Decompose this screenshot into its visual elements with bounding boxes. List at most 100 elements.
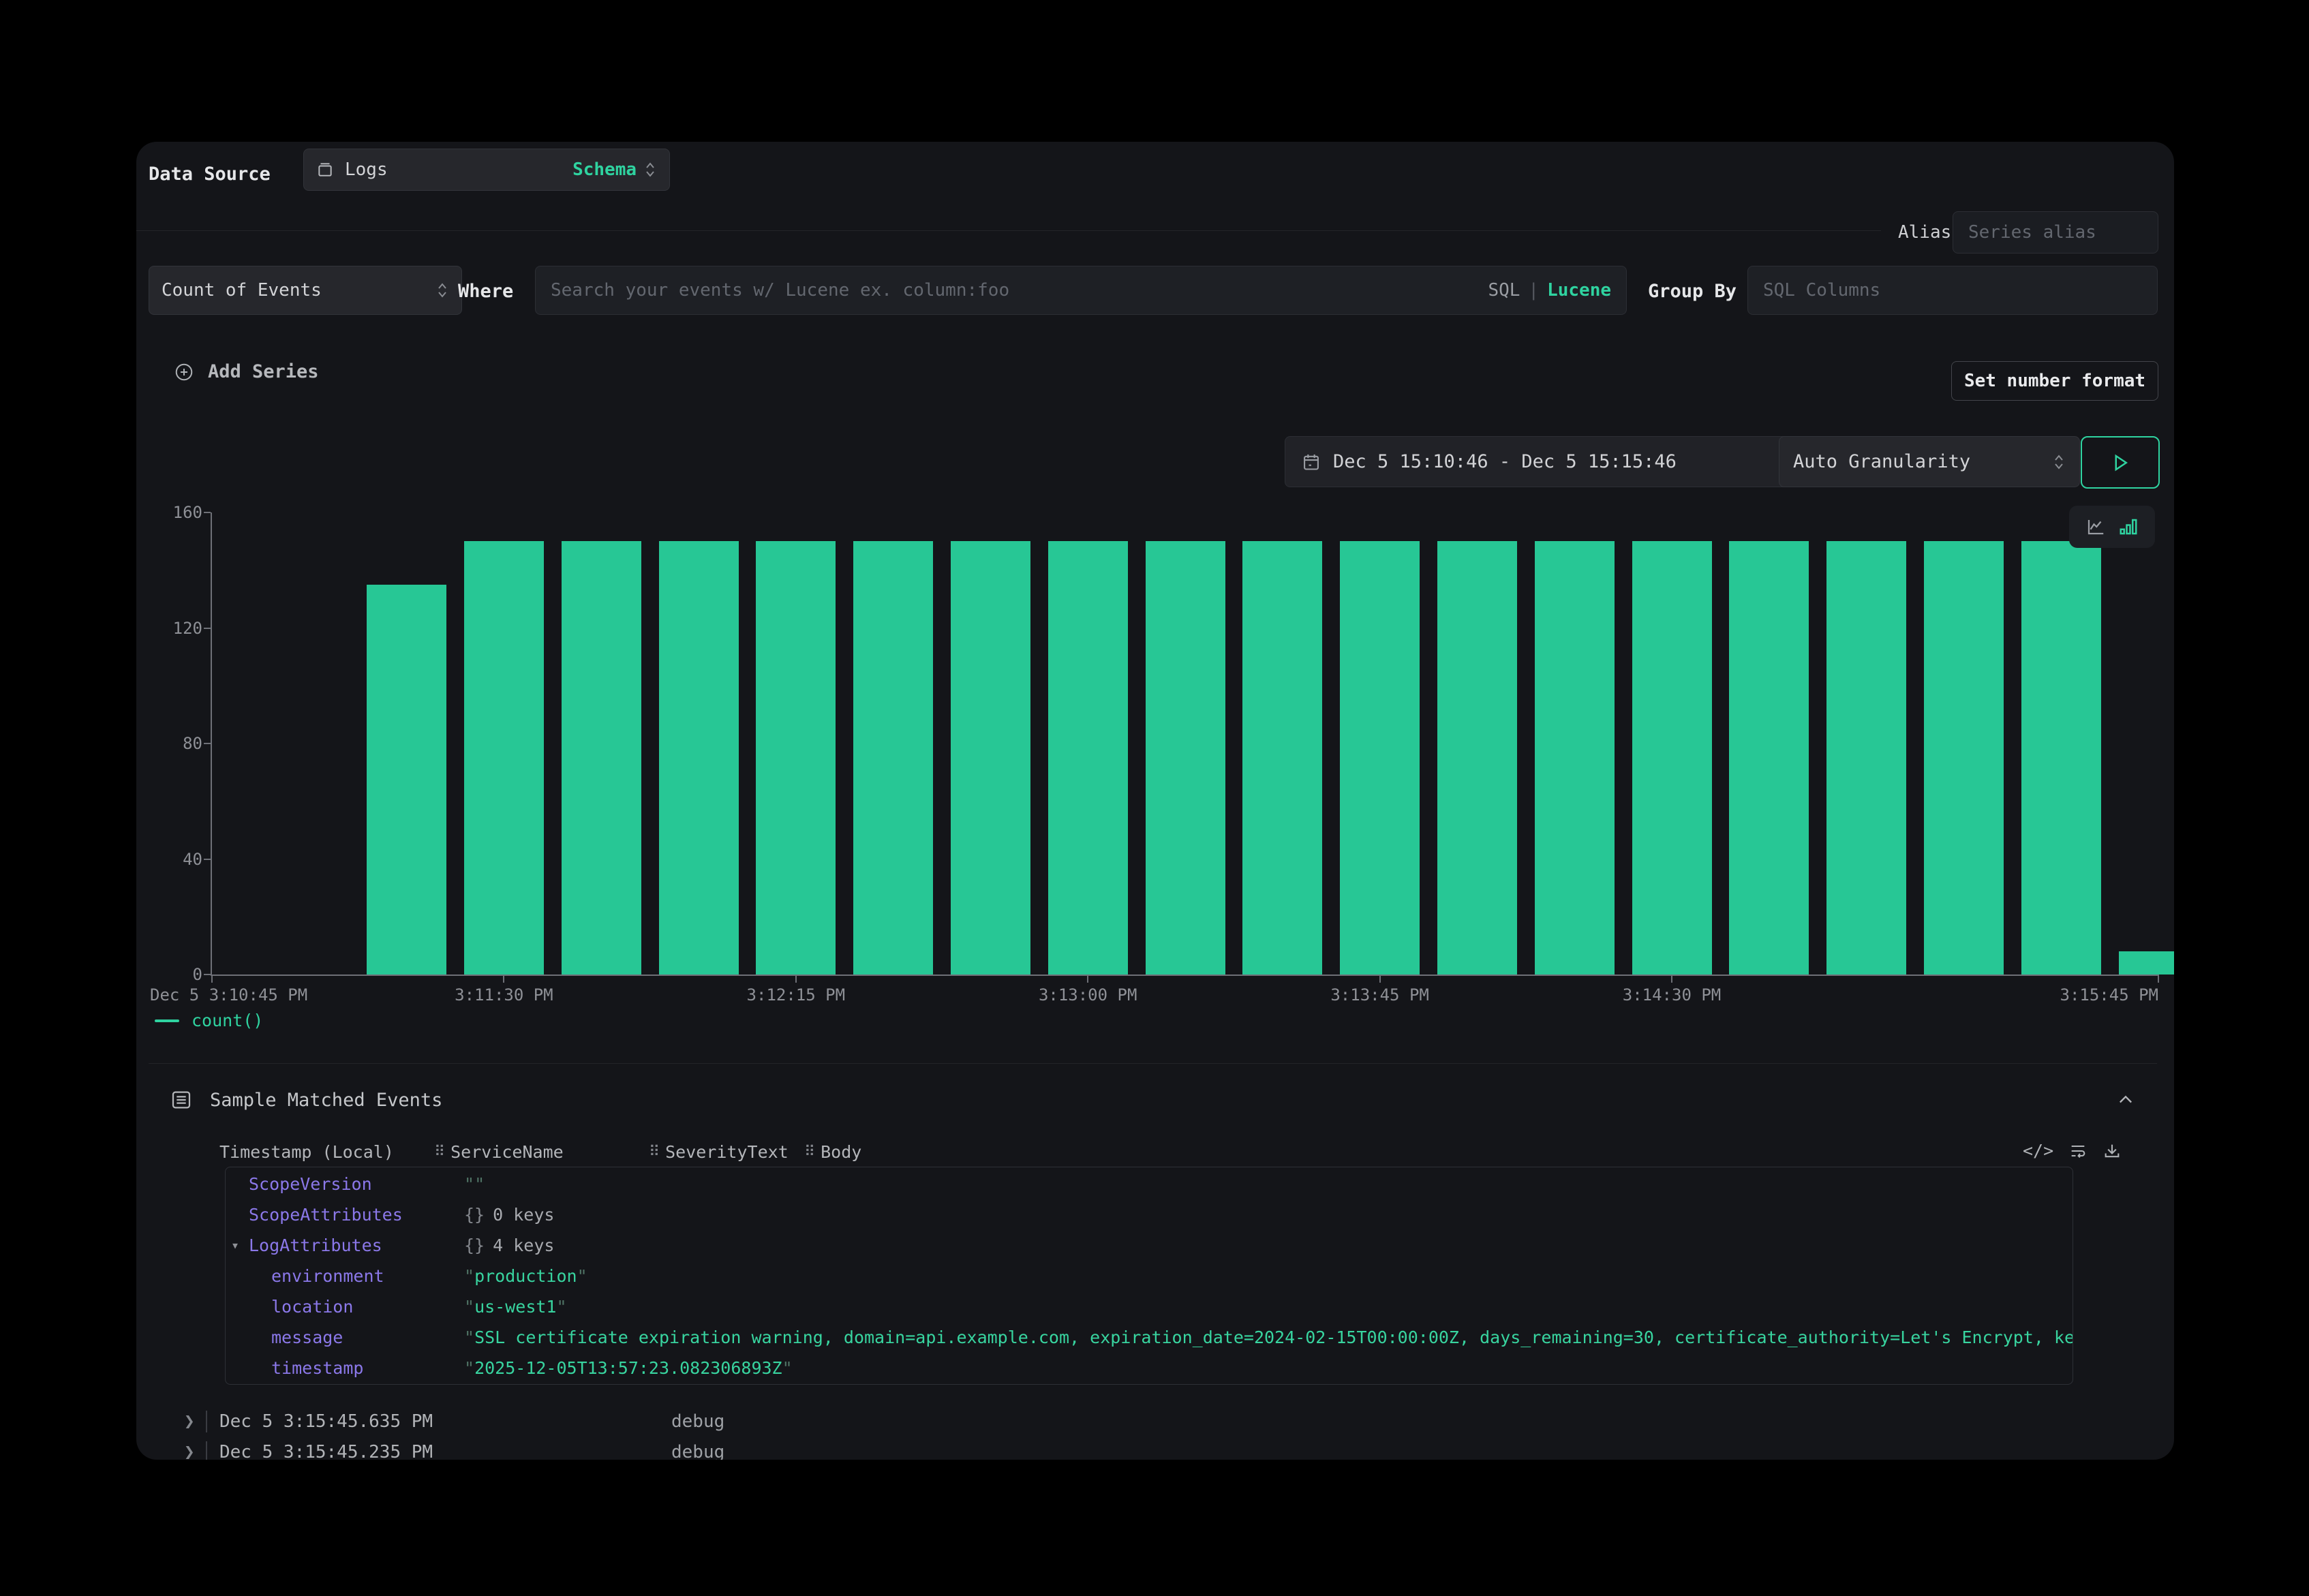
x-axis-tick xyxy=(2158,975,2159,983)
x-axis-tick xyxy=(1671,975,1672,983)
column-header-timestamp-local-[interactable]: Timestamp (Local) xyxy=(219,1142,394,1162)
aggregate-select[interactable]: Count of Events xyxy=(149,266,462,315)
x-axis-tick xyxy=(1379,975,1381,983)
data-source-value: Logs xyxy=(345,159,388,180)
x-axis-label: 3:13:00 PM xyxy=(1039,985,1137,1004)
collapse-chevron-icon[interactable] xyxy=(2116,1090,2135,1109)
chevron-updown-icon xyxy=(2052,453,2066,471)
legend-series-label[interactable]: count() xyxy=(192,1011,263,1030)
cell-divider xyxy=(206,1411,207,1432)
x-axis-tick xyxy=(211,975,213,983)
data-source-select[interactable]: Logs Schema xyxy=(303,149,670,191)
chart-bar xyxy=(659,541,739,975)
detail-row-environment: environment "production" xyxy=(226,1261,2073,1291)
column-header-severitytext[interactable]: ⠿ SeverityText xyxy=(649,1142,789,1162)
play-icon xyxy=(2110,452,2130,473)
chart-bar xyxy=(1437,541,1517,975)
detail-row-ScopeVersion: ScopeVersion"" xyxy=(226,1169,2073,1199)
y-axis-label: 0 xyxy=(144,965,202,984)
granularity-value: Auto Granularity xyxy=(1793,451,1970,472)
chart-bar xyxy=(1632,541,1712,975)
detail-key: message xyxy=(271,1322,343,1353)
detail-key[interactable]: LogAttributes xyxy=(249,1230,382,1261)
expand-triangle-icon[interactable]: ▾ xyxy=(231,1230,239,1261)
sample-events-title: Sample Matched Events xyxy=(210,1090,442,1111)
table-row[interactable]: ❯Dec 5 3:15:45.235 PMdebug xyxy=(136,1437,2174,1460)
granularity-select[interactable]: Auto Granularity xyxy=(1779,436,2080,487)
drag-handle-icon[interactable]: ⠿ xyxy=(804,1144,815,1161)
run-query-button[interactable] xyxy=(2081,436,2160,489)
set-number-format-button[interactable]: Set number format xyxy=(1951,361,2158,401)
y-axis-tick xyxy=(204,512,211,513)
braces-icon: {} xyxy=(464,1236,485,1255)
y-axis-label: 160 xyxy=(144,503,202,522)
sample-events-header[interactable]: Sample Matched Events xyxy=(170,1089,442,1111)
chart-type-switcher xyxy=(2069,506,2155,548)
code-icon[interactable]: </> xyxy=(2023,1141,2053,1161)
section-divider xyxy=(149,1063,2157,1064)
detail-row-message: message"SSL certificate expiration warni… xyxy=(226,1322,2073,1353)
header-divider xyxy=(136,230,1881,231)
row-timestamp: Dec 5 3:15:45.235 PM xyxy=(219,1442,433,1460)
data-source-label: Data Source xyxy=(149,164,271,185)
chart-bar xyxy=(2119,951,2175,975)
column-header-body[interactable]: ⠿Body xyxy=(804,1142,861,1162)
aggregate-value: Count of Events xyxy=(162,280,322,301)
plus-circle-icon xyxy=(174,362,194,382)
events-table-header: Timestamp (Local)⠿ServiceName⠿SeverityTe… xyxy=(136,1142,2174,1167)
chart-bar xyxy=(1048,541,1128,975)
chart-bar xyxy=(2021,541,2101,975)
detail-value: "production" xyxy=(464,1261,587,1291)
toggle-separator: | xyxy=(1528,280,1539,301)
search-input[interactable] xyxy=(536,280,1488,301)
where-label: Where xyxy=(458,281,513,302)
x-axis-label: 3:13:45 PM xyxy=(1330,985,1429,1004)
bar-chart-icon[interactable] xyxy=(2118,517,2139,537)
expand-row-chevron-icon[interactable]: ❯ xyxy=(184,1442,195,1460)
list-icon xyxy=(170,1089,192,1111)
wrap-text-icon[interactable] xyxy=(2068,1141,2088,1161)
line-chart-icon[interactable] xyxy=(2085,517,2106,537)
row-severity: debug xyxy=(671,1411,724,1432)
x-axis-label: 3:11:30 PM xyxy=(455,985,553,1004)
calendar-icon xyxy=(1302,452,1321,472)
sql-toggle[interactable]: SQL xyxy=(1488,280,1520,301)
chevron-updown-icon xyxy=(435,281,449,299)
download-icon[interactable] xyxy=(2102,1141,2122,1161)
lucene-toggle[interactable]: Lucene xyxy=(1547,280,1611,301)
detail-key: ScopeVersion xyxy=(249,1169,372,1199)
add-series-button[interactable]: Add Series xyxy=(174,361,319,382)
drag-handle-icon[interactable]: ⠿ xyxy=(434,1144,445,1161)
time-range-value: Dec 5 15:10:46 - Dec 5 15:15:46 xyxy=(1333,451,1677,472)
timeseries-chart[interactable]: 04080120160Dec 5 3:10:45 PM3:11:30 PM3:1… xyxy=(211,512,2158,976)
group-by-input-wrap xyxy=(1747,266,2158,315)
drag-handle-icon[interactable]: ⠿ xyxy=(649,1144,660,1161)
detail-row-ScopeAttributes: ScopeAttributes {}0 keys xyxy=(226,1199,2073,1230)
set-number-format-label: Set number format xyxy=(1964,371,2145,391)
chart-bar xyxy=(1826,541,1906,975)
group-by-label: Group By xyxy=(1648,281,1737,302)
chart-bar xyxy=(1924,541,2004,975)
table-row[interactable]: ❯ Dec 5 3:15:45.635 PM debug xyxy=(136,1407,2174,1437)
alias-input[interactable] xyxy=(1953,222,2174,243)
detail-key: timestamp xyxy=(271,1353,363,1383)
detail-key: environment xyxy=(271,1261,384,1291)
detail-key[interactable]: ScopeAttributes xyxy=(249,1199,403,1230)
column-header-servicename[interactable]: ⠿ServiceName xyxy=(434,1142,564,1162)
y-axis-tick xyxy=(204,743,211,744)
detail-object-meta: {}0 keys xyxy=(464,1199,554,1230)
group-by-input[interactable] xyxy=(1748,280,2157,301)
column-header-label: SeverityText xyxy=(665,1142,789,1162)
row-timestamp: Dec 5 3:15:45.635 PM xyxy=(219,1411,433,1432)
y-axis-label: 40 xyxy=(144,850,202,869)
y-axis-tick xyxy=(204,628,211,629)
query-builder-panel: Data Source Logs Schema Alias Count of E… xyxy=(136,142,2174,1460)
detail-object-meta: {}4 keys xyxy=(464,1230,554,1261)
time-range-picker[interactable]: Dec 5 15:10:46 - Dec 5 15:15:46 xyxy=(1285,436,1794,487)
chart-bar xyxy=(951,541,1030,975)
x-axis-label: 3:14:30 PM xyxy=(1623,985,1722,1004)
add-series-label: Add Series xyxy=(208,361,319,382)
schema-mode-label[interactable]: Schema xyxy=(572,159,637,180)
expand-row-chevron-icon[interactable]: ❯ xyxy=(184,1411,195,1432)
detail-key: location xyxy=(271,1291,353,1322)
